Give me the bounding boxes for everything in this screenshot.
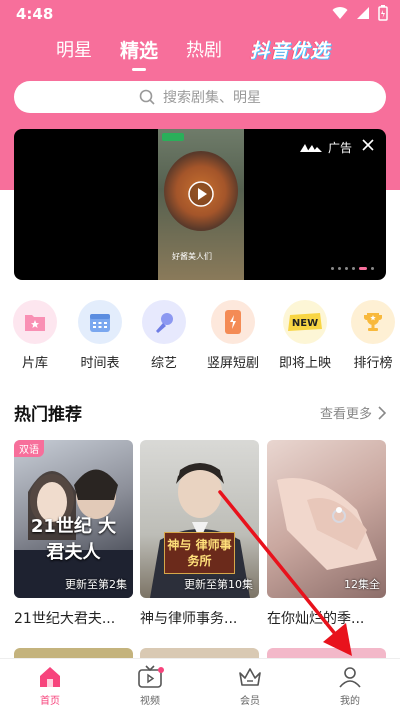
category-row: 片库 时间表 综艺 竖屏短剧 NEW 即将上映 排行榜 (0, 300, 400, 371)
notification-dot (158, 667, 164, 673)
home-icon (40, 667, 60, 687)
category-label: 时间表 (80, 356, 120, 371)
carousel-dot-active (359, 267, 367, 270)
thumbnail-tag (162, 133, 184, 141)
carousel-dot (352, 267, 355, 270)
tab-label: 精选 (120, 40, 159, 62)
tab-stars[interactable]: 明星 (56, 38, 92, 64)
episode-status: 12集全 (344, 578, 380, 591)
tab-vip[interactable]: 会员 (200, 659, 300, 711)
tab-featured[interactable]: 精选 (120, 38, 159, 71)
carousel-dot (345, 267, 348, 270)
see-more-label: 查看更多 (319, 407, 372, 422)
tab-label: 会员 (240, 696, 260, 707)
top-tabs: 明星 精选 热剧 抖音优选 (56, 38, 330, 74)
poster-hands (277, 478, 377, 570)
new-badge-icon: NEW (283, 300, 327, 344)
poster-title: 21世纪 大君夫人 (30, 516, 117, 563)
ad-video-thumbnail[interactable]: 好酱美人们 (158, 129, 244, 280)
film-library-icon (13, 300, 57, 344)
drama-poster: 双语 21世纪 大君夫人 更新至第2集 (14, 440, 133, 598)
carousel-dot (371, 267, 374, 270)
carousel-dot (338, 267, 341, 270)
tab-home[interactable]: 首页 (0, 659, 100, 711)
tab-label: 我的 (340, 696, 360, 707)
tab-video[interactable]: 视频 (100, 659, 200, 711)
tab-label: 热剧 (186, 40, 223, 61)
system-icons (332, 5, 388, 21)
tab-profile[interactable]: 我的 (300, 659, 400, 711)
category-label: 排行榜 (353, 356, 393, 371)
category-film-library[interactable]: 片库 (5, 300, 65, 371)
promo-logo-link[interactable]: 抖音优选 (250, 38, 330, 64)
section-title: 热门推荐 (14, 405, 82, 425)
drama-card[interactable]: 神与 律师事务所 更新至第10集 神与律师事务... (140, 440, 259, 628)
episode-status: 更新至第2集 (65, 578, 127, 591)
carousel-dot (331, 267, 334, 270)
bottom-tab-bar: 首页 视频 会员 我的 (0, 658, 400, 711)
trophy-icon (351, 300, 395, 344)
category-coming-soon[interactable]: NEW 即将上映 (275, 300, 335, 371)
drama-title: 在你灿烂的季... (267, 611, 365, 627)
poster-figure (150, 463, 250, 598)
svg-text:NEW: NEW (292, 318, 318, 329)
drama-poster: 12集全 (267, 440, 386, 598)
tab-label: 视频 (140, 696, 160, 707)
category-variety[interactable]: 综艺 (134, 300, 194, 371)
active-tab-indicator (132, 68, 146, 71)
thumbnail-caption: 好酱美人们 (172, 252, 212, 261)
ad-banner[interactable]: 好酱美人们 广告 (14, 129, 386, 280)
episode-status: 更新至第10集 (184, 578, 253, 591)
play-icon[interactable] (188, 181, 214, 207)
ad-label: 广告 (299, 139, 352, 156)
category-rankings[interactable]: 排行榜 (343, 300, 400, 371)
profile-icon (339, 667, 361, 688)
status-time: 4:48 (16, 5, 54, 23)
close-icon[interactable] (360, 137, 376, 153)
wifi-icon (332, 7, 348, 20)
microphone-icon (142, 300, 186, 344)
see-more-link[interactable]: 查看更多 (320, 403, 386, 422)
chevron-right-icon (378, 405, 386, 420)
category-schedule[interactable]: 时间表 (70, 300, 130, 371)
drama-poster: 神与 律师事务所 更新至第10集 (140, 440, 259, 598)
phone-icon (211, 300, 255, 344)
tab-hot-dramas[interactable]: 热剧 (186, 38, 222, 64)
bilingual-badge: 双语 (14, 440, 44, 457)
tab-label: 明星 (56, 40, 92, 61)
drama-card[interactable]: 12集全 在你灿烂的季... (267, 440, 386, 628)
status-bar: 4:48 (0, 0, 400, 28)
category-label: 竖屏短剧 (206, 356, 259, 371)
ad-text: 广告 (327, 141, 352, 155)
signal-icon (357, 7, 369, 19)
battery-icon (378, 5, 388, 21)
category-label: 片库 (21, 356, 48, 371)
calendar-icon (78, 300, 122, 344)
drama-card[interactable]: 双语 21世纪 大君夫人 更新至第2集 21世纪大君夫... (14, 440, 133, 628)
brand-logo-icon (299, 143, 322, 152)
tab-label: 首页 (40, 696, 60, 707)
category-vertical-short-drama[interactable]: 竖屏短剧 (203, 300, 263, 371)
drama-title: 21世纪大君夫... (14, 611, 116, 627)
category-label: 综艺 (150, 356, 177, 371)
search-input[interactable]: 搜索剧集、明星 (14, 81, 386, 113)
search-placeholder: 搜索剧集、明星 (163, 90, 261, 106)
category-label: 即将上映 (278, 356, 331, 371)
search-icon (139, 89, 155, 105)
crown-icon (239, 668, 261, 686)
poster-title: 神与 律师事务所 (164, 532, 235, 574)
drama-title: 神与律师事务... (140, 611, 238, 627)
carousel-dots (331, 267, 374, 270)
